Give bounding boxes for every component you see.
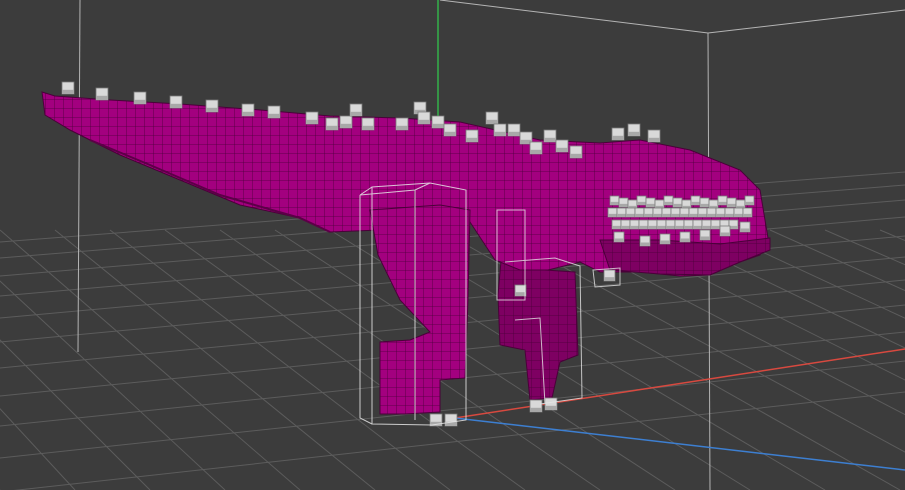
tooth-voxel [625, 207, 636, 218]
front-leg[interactable] [369, 204, 471, 415]
spike-voxel [569, 145, 583, 159]
tooth-voxel [659, 233, 671, 245]
tooth-voxel [699, 229, 711, 241]
tooth-voxel [679, 231, 691, 243]
spike-voxel [627, 123, 641, 137]
spike-voxel [555, 139, 569, 153]
grid-line [0, 229, 301, 490]
tooth-voxel [607, 207, 618, 218]
tooth-voxel [611, 219, 622, 230]
tooth-voxel [688, 207, 699, 218]
spike-voxel [361, 117, 375, 131]
grid-line [54, 229, 376, 490]
claw-voxel [444, 413, 458, 427]
tooth-voxel [670, 207, 681, 218]
spike-voxel [485, 111, 499, 125]
spike-voxel [349, 103, 363, 117]
tooth-voxel [663, 195, 674, 206]
spike-voxel [241, 103, 255, 117]
spike-voxel [61, 81, 75, 95]
spike-voxel [305, 111, 319, 125]
tooth-voxel [639, 235, 651, 247]
tooth-voxel [699, 197, 710, 208]
claw-voxel [514, 284, 527, 297]
grid-line [879, 229, 905, 242]
tooth-voxel [638, 219, 649, 230]
grid-line [0, 339, 151, 490]
tooth-voxel [636, 195, 647, 206]
tooth-voxel [690, 195, 701, 206]
tooth-voxel [656, 219, 667, 230]
tooth-voxel [697, 207, 708, 218]
tooth-voxel [652, 207, 663, 218]
voxel-scene[interactable] [0, 0, 905, 490]
tooth-voxel [674, 219, 685, 230]
tooth-voxel [672, 197, 683, 208]
z-axis [454, 417, 905, 471]
grid-line [164, 229, 526, 490]
tooth-voxel [665, 219, 676, 230]
tooth-voxel [744, 195, 755, 206]
tooth-voxel [609, 195, 620, 206]
spike-voxel [339, 115, 353, 129]
spike-voxel [267, 105, 281, 119]
x-axis [454, 348, 905, 419]
tooth-voxel [717, 195, 728, 206]
tooth-voxel [616, 207, 627, 218]
spike-voxel [169, 95, 183, 109]
spike-voxel [417, 111, 431, 125]
tooth-voxel [647, 219, 658, 230]
spike-voxel [543, 129, 557, 143]
spike-voxel [507, 123, 521, 137]
spike-voxel [611, 127, 625, 141]
spike-voxel [95, 87, 109, 101]
tooth-voxel [739, 221, 751, 233]
tooth-voxel [742, 207, 753, 218]
tooth-voxel [719, 225, 731, 237]
tooth-voxel [701, 219, 712, 230]
tooth-voxel [724, 207, 735, 218]
claw-voxel [529, 399, 543, 413]
3d-viewport[interactable] [0, 0, 905, 490]
spike-voxel [529, 141, 543, 155]
spike-voxel [205, 99, 219, 113]
voxel-dinosaur-model[interactable] [41, 91, 771, 415]
spike-voxel [493, 123, 507, 137]
tooth-voxel [692, 219, 703, 230]
spike-voxel [431, 115, 445, 129]
dino-jaw [599, 237, 771, 276]
tooth-voxel [661, 207, 672, 218]
spike-voxel [465, 129, 479, 143]
tooth-voxel [629, 219, 640, 230]
tooth-voxel [710, 219, 721, 230]
tooth-voxel [645, 197, 656, 208]
claw-voxel [544, 397, 558, 411]
tooth-voxel [715, 207, 726, 218]
tooth-voxel [733, 207, 744, 218]
tooth-voxel [620, 219, 631, 230]
claw-voxel [603, 269, 616, 282]
spike-voxel [395, 117, 409, 131]
tooth-voxel [683, 219, 694, 230]
tooth-voxel [643, 207, 654, 218]
spike-voxel [443, 123, 457, 137]
tooth-voxel [613, 231, 625, 243]
spike-voxel [133, 91, 147, 105]
grid-line [0, 280, 226, 490]
tooth-voxel [726, 197, 737, 208]
tooth-voxel [618, 197, 629, 208]
spike-voxel [325, 117, 339, 131]
tooth-voxel [679, 207, 690, 218]
tooth-voxel [634, 207, 645, 218]
spike-voxel [647, 129, 661, 143]
tooth-voxel [706, 207, 717, 218]
